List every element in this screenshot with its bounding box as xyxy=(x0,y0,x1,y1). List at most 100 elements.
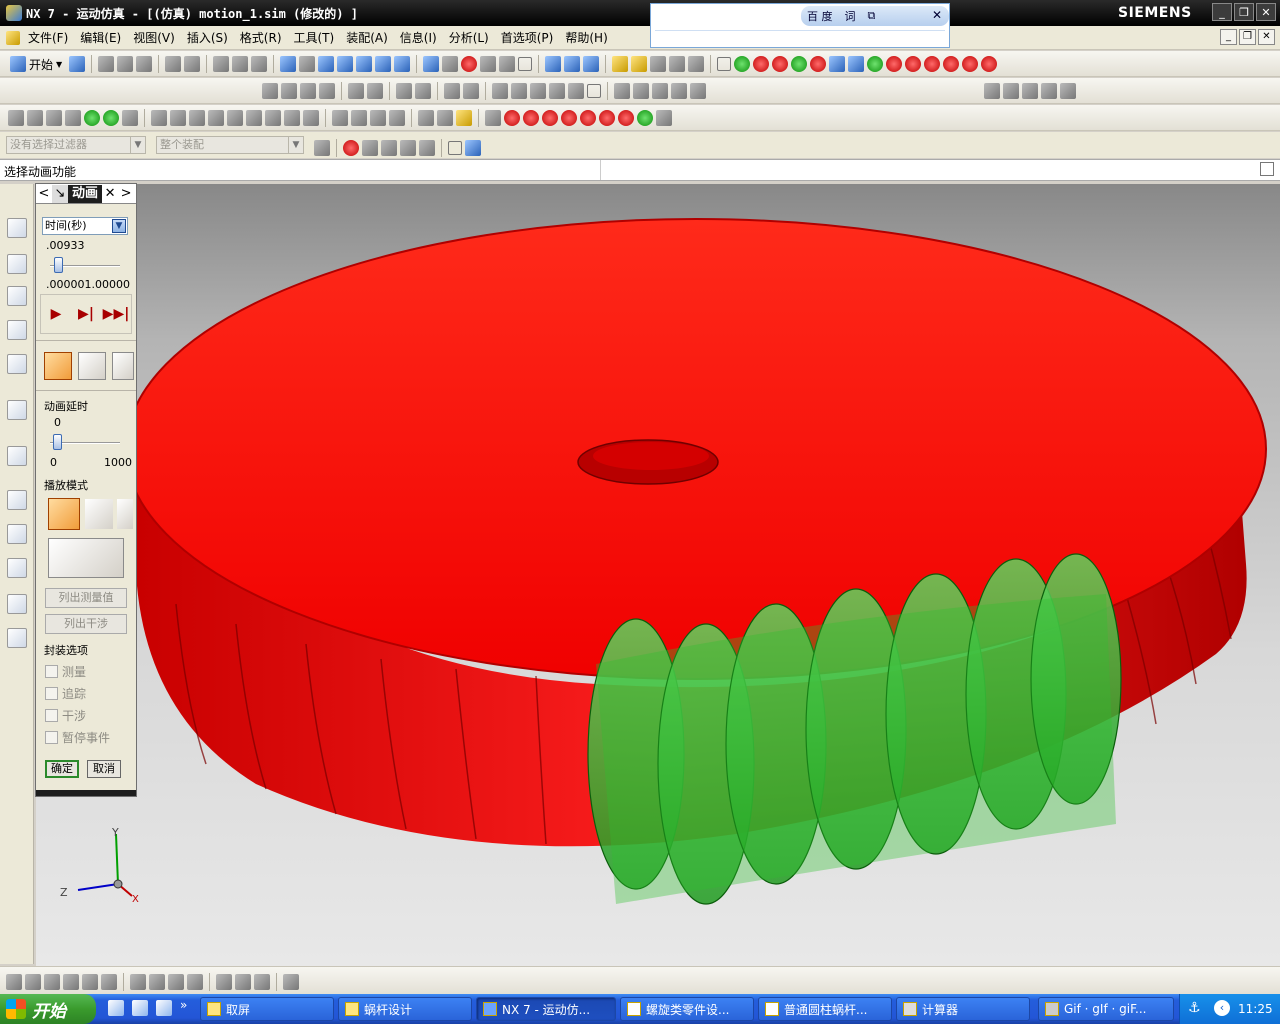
baidu-close-button[interactable]: ✕ xyxy=(929,7,945,23)
select-face-icon[interactable] xyxy=(400,140,416,156)
undo-icon[interactable] xyxy=(165,56,182,72)
fit-icon[interactable] xyxy=(280,56,297,72)
spring-icon[interactable] xyxy=(829,56,846,72)
text-icon[interactable] xyxy=(568,83,584,99)
intersect-curve-icon[interactable] xyxy=(633,83,649,99)
bridge-curve-icon[interactable] xyxy=(652,83,668,99)
menu-help[interactable]: 帮助(H) xyxy=(559,29,613,46)
articulation-icon[interactable] xyxy=(216,974,232,990)
draft-icon[interactable] xyxy=(688,56,705,72)
join-curve-icon[interactable] xyxy=(671,83,687,99)
link-icon[interactable] xyxy=(25,974,41,990)
doc-restore-button[interactable]: ❐ xyxy=(1239,29,1256,45)
close-button[interactable]: ✕ xyxy=(1256,3,1276,21)
joint-icon[interactable] xyxy=(753,56,770,72)
layer-icon[interactable] xyxy=(499,56,516,72)
minimize-button[interactable]: _ xyxy=(1212,3,1232,21)
app-quicklaunch-icon[interactable] xyxy=(156,1000,172,1016)
doc-minimize-button[interactable]: _ xyxy=(1220,29,1237,45)
menu-preferences[interactable]: 首选项(P) xyxy=(495,29,560,46)
status-toggle-icon[interactable] xyxy=(1260,162,1274,176)
trim-body-icon[interactable] xyxy=(284,110,300,126)
system-materials-icon[interactable] xyxy=(7,524,27,544)
point-icon[interactable] xyxy=(444,83,460,99)
clock-icon[interactable] xyxy=(7,490,27,510)
menu-assembly[interactable]: 装配(A) xyxy=(340,29,394,46)
doc-close-button[interactable]: ✕ xyxy=(1258,29,1275,45)
ok-button[interactable]: 确定 xyxy=(45,760,79,778)
nav-back-icon[interactable]: < xyxy=(36,185,52,203)
marker-icon[interactable] xyxy=(962,56,979,72)
select-body-icon[interactable] xyxy=(381,140,397,156)
stretch-curve-icon[interactable] xyxy=(1022,83,1038,99)
quicklaunch-more-icon[interactable]: » xyxy=(180,998,187,1012)
pose-icons[interactable] xyxy=(48,538,124,578)
wcs-origin-icon[interactable] xyxy=(545,56,562,72)
assembly-scope-dropdown[interactable]: 整个装配 ▼ xyxy=(156,136,304,154)
select-edge-icon[interactable] xyxy=(419,140,435,156)
anim-prev-icon[interactable] xyxy=(523,110,539,126)
menu-view[interactable]: 视图(V) xyxy=(127,29,181,46)
edit-section-icon[interactable] xyxy=(461,56,478,72)
motion-navigator-icon[interactable] xyxy=(7,218,27,238)
sheet-icon[interactable] xyxy=(418,110,434,126)
zoom-icon[interactable] xyxy=(318,56,335,72)
helix-icon[interactable] xyxy=(530,83,546,99)
step-forward-icon[interactable]: ▶| xyxy=(75,304,97,324)
refresh-icon[interactable] xyxy=(394,56,411,72)
trace-icon[interactable] xyxy=(78,352,106,380)
paste-icon[interactable] xyxy=(136,56,153,72)
cube-select-icon[interactable] xyxy=(465,140,481,156)
pause-event-checkbox[interactable]: 暂停事件 xyxy=(45,729,110,746)
offset-face-icon[interactable] xyxy=(332,110,348,126)
mirror-icon[interactable] xyxy=(265,110,281,126)
redo-icon[interactable] xyxy=(184,56,201,72)
law-curve-icon[interactable] xyxy=(549,83,565,99)
home-icon[interactable] xyxy=(6,30,20,45)
ellipse-icon[interactable] xyxy=(415,83,431,99)
restore-button[interactable]: ❐ xyxy=(1234,3,1254,21)
dialog-close-icon[interactable]: ✕ xyxy=(102,185,118,203)
baidu-button[interactable]: 百 度 xyxy=(801,8,839,24)
zoom-window-icon[interactable] xyxy=(299,56,316,72)
anim-next-icon[interactable] xyxy=(561,110,577,126)
solver-icon[interactable] xyxy=(130,974,146,990)
menu-insert[interactable]: 插入(S) xyxy=(181,29,234,46)
chain-icon[interactable] xyxy=(319,83,335,99)
measure-length-icon[interactable] xyxy=(650,56,667,72)
anim-last-icon[interactable] xyxy=(580,110,596,126)
anim-export-icon[interactable] xyxy=(637,110,653,126)
play-icon[interactable]: ▶ xyxy=(45,304,67,324)
thicken-icon[interactable] xyxy=(437,110,453,126)
revolve-icon[interactable] xyxy=(27,110,43,126)
force-icon[interactable] xyxy=(905,56,922,72)
menu-analysis[interactable]: 分析(L) xyxy=(443,29,495,46)
cut-icon[interactable] xyxy=(98,56,115,72)
menu-file[interactable]: 文件(F) xyxy=(22,29,74,46)
background-icon[interactable] xyxy=(518,57,533,71)
driver-icon[interactable] xyxy=(101,974,117,990)
loop-icon[interactable] xyxy=(84,498,114,530)
material-icon[interactable] xyxy=(44,974,60,990)
extract-curve-icon[interactable] xyxy=(984,83,1000,99)
task-gif-tool[interactable]: Gif · gIf · giF... xyxy=(1038,997,1174,1021)
pan-icon[interactable] xyxy=(337,56,354,72)
graph-icon[interactable] xyxy=(168,974,184,990)
project-curve-icon[interactable] xyxy=(614,83,630,99)
rack-pinion-icon[interactable] xyxy=(791,56,808,72)
baidu-copy-button[interactable]: ⧉ xyxy=(862,9,882,23)
move-object-icon[interactable] xyxy=(370,110,386,126)
ie-quicklaunch-icon[interactable] xyxy=(108,1000,124,1016)
torque-icon[interactable] xyxy=(924,56,941,72)
task-helix-parts[interactable]: 螺旋类零件设... xyxy=(620,997,754,1021)
delay-slider-thumb[interactable] xyxy=(53,434,62,450)
part-navigator-icon[interactable] xyxy=(7,320,27,340)
measure-angle-icon[interactable] xyxy=(631,56,648,72)
rectangle-icon[interactable] xyxy=(587,84,601,98)
baidu-search-input[interactable] xyxy=(655,30,945,46)
list-interference-button[interactable]: 列出干涉 xyxy=(45,614,127,634)
circle-icon[interactable] xyxy=(396,83,412,99)
arc-icon[interactable] xyxy=(281,83,297,99)
analysis-icon[interactable] xyxy=(669,56,686,72)
delete-icon[interactable] xyxy=(232,56,249,72)
